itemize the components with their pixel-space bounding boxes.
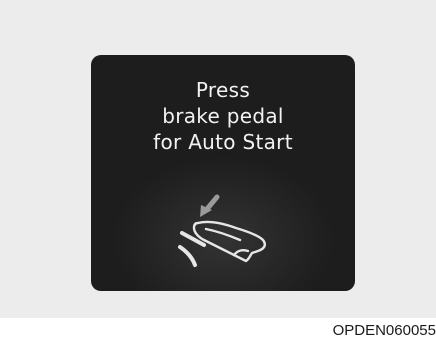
message-line-2: brake pedal (162, 104, 284, 128)
message-line-3: for Auto Start (153, 130, 293, 154)
shoe-icon (192, 220, 266, 263)
illustration-background: Press brake pedal for Auto Start (0, 0, 436, 318)
cluster-display: Press brake pedal for Auto Start (91, 55, 355, 291)
brake-pedal-press-icon (178, 194, 266, 267)
press-arrow-icon (200, 194, 220, 217)
message-line-1: Press (195, 78, 251, 102)
auto-start-message: Press brake pedal for Auto Start (91, 77, 355, 155)
figure-code: OPDEN060055 (332, 322, 436, 339)
